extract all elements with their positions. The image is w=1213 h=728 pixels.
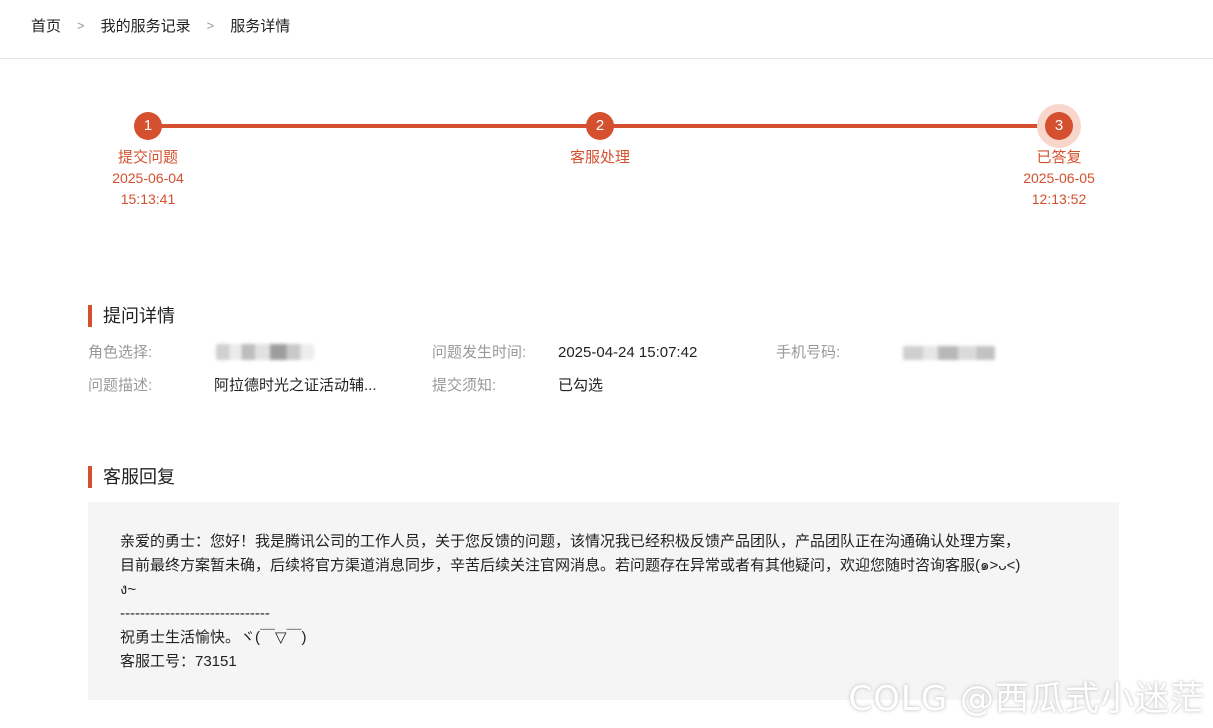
submit-notice-value: 已勾选	[558, 377, 604, 394]
step-time: 12:13:52	[1031, 191, 1087, 207]
step-answered: 3 已答复 2025-06-05 12:13:52	[979, 104, 1139, 210]
phone-label: 手机号码:	[776, 344, 841, 361]
question-details-title: 提问详情	[88, 305, 175, 327]
occurrence-time-label: 问题发生时间:	[432, 344, 527, 361]
submit-notice-label: 提交须知:	[432, 377, 497, 394]
step-time: 15:13:41	[120, 191, 176, 207]
phone-value-redacted	[903, 346, 995, 360]
role-label: 角色选择:	[88, 344, 153, 361]
step-date: 2025-06-04	[112, 170, 184, 186]
watermark: COLG @西瓜式小迷茫	[848, 679, 1205, 719]
cs-reply-title: 客服回复	[88, 466, 175, 488]
breadcrumb-home-link[interactable]: 首页	[31, 15, 61, 36]
step-processing: 2 客服处理	[520, 108, 680, 168]
reply-line: ง~	[120, 581, 137, 598]
step-date: 2025-06-05	[1023, 170, 1095, 186]
step-number-badge: 2	[586, 112, 614, 140]
step-number-badge: 3	[1045, 112, 1073, 140]
step-label: 提交问题	[117, 149, 178, 166]
breadcrumb-separator: >	[206, 17, 215, 33]
step-submit: 1 提交问题 2025-06-04 15:13:41	[68, 108, 228, 210]
header-divider	[0, 58, 1213, 59]
reply-line: 目前最终方案暂未确，后续将官方渠道消息同步，辛苦后续关注官网消息。若问题存在异常…	[120, 557, 1021, 574]
reply-line: 亲爱的勇士：您好！我是腾讯公司的工作人员，关于您反馈的问题，该情况我已经积极反馈…	[120, 533, 1021, 550]
reply-line: 祝勇士生活愉快。ヾ(￣▽￣)	[120, 629, 307, 646]
breadcrumb-current-page: 服务详情	[230, 17, 291, 35]
breadcrumb-separator: >	[77, 17, 85, 33]
description-value: 阿拉德时光之证活动辅...	[214, 377, 377, 394]
role-value-redacted	[216, 344, 314, 360]
description-label: 问题描述:	[88, 377, 153, 394]
step-label: 已答复	[1036, 149, 1082, 166]
breadcrumb-service-records-link[interactable]: 我的服务记录	[101, 15, 191, 36]
progress-steps: 1 提交问题 2025-06-04 15:13:41 2 客服处理 3 已答复 …	[0, 104, 1213, 218]
reply-separator-line: ------------------------------	[120, 605, 270, 622]
breadcrumb: 首页 > 我的服务记录 > 服务详情	[31, 14, 290, 36]
step-number-badge: 1	[134, 112, 162, 140]
occurrence-time-value: 2025-04-24 15:07:42	[558, 344, 698, 361]
step-label: 客服处理	[569, 149, 630, 166]
